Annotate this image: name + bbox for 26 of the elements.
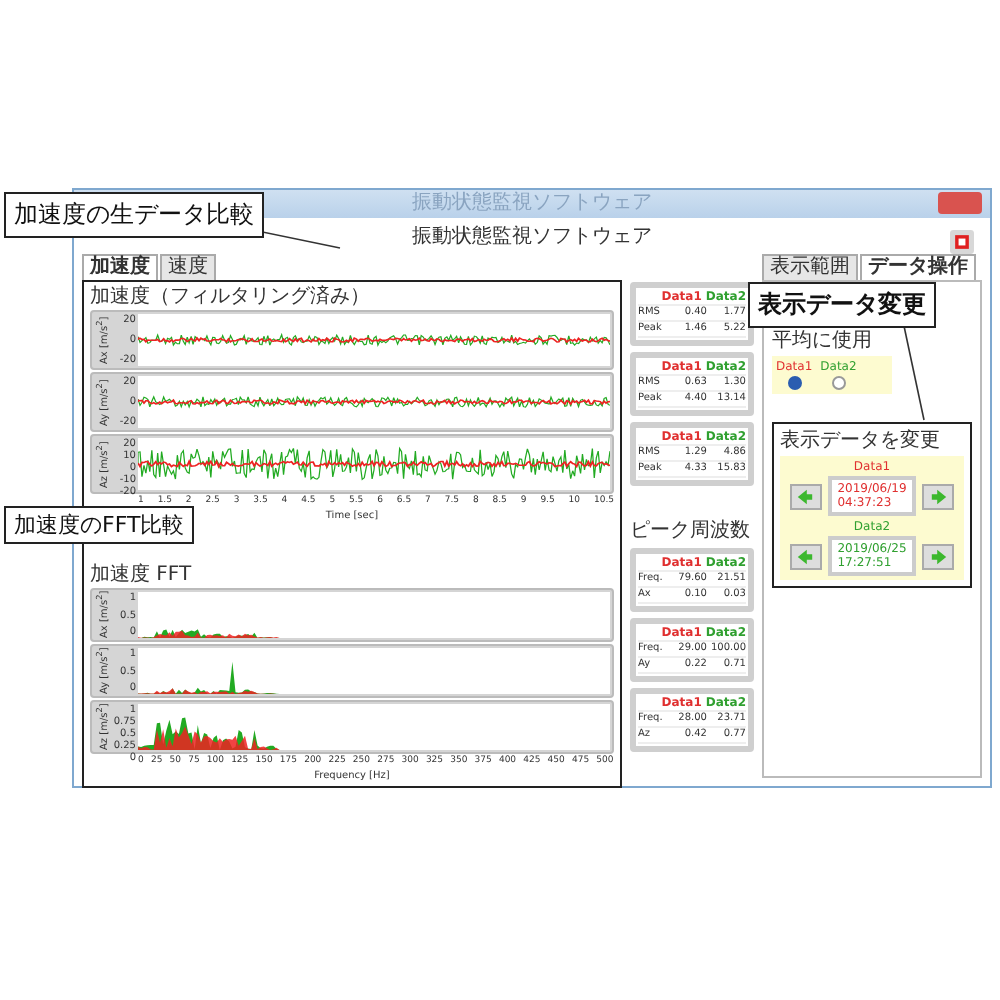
group-title: 加速度 FFT [90,564,194,586]
close-icon[interactable] [950,230,974,254]
app-title: 振動状態監視ソフトウェア [412,223,652,250]
section-title: ピーク周波数 [630,520,752,542]
callout-label: 加速度の生データ比較 [4,192,264,238]
group-title: 加速度（フィルタリング済み） [90,286,372,308]
next-button[interactable] [922,483,955,509]
right-arrow-icon [929,487,948,505]
group-title: 表示データを変更 [780,430,942,452]
callout-label: 表示データ変更 [748,282,936,328]
next-button[interactable] [922,543,955,569]
left-arrow-icon [796,547,815,565]
radio-button[interactable] [831,376,846,390]
window-title: 振動状態監視ソフトウェア [412,192,652,216]
callout-label: 加速度のFFT比較 [4,506,195,544]
leader-line [903,325,925,421]
tab[interactable]: 加速度 [82,254,158,280]
left-arrow-icon [796,487,815,505]
tab[interactable]: 速度 [160,254,216,280]
previous-button[interactable] [789,543,822,569]
tab[interactable]: 表示範囲 [762,254,858,280]
group-title: 平均に使用 [772,330,872,352]
previous-button[interactable] [789,483,822,509]
radio-button[interactable] [787,376,802,390]
right-arrow-icon [929,547,948,565]
tab[interactable]: データ操作 [860,254,976,280]
